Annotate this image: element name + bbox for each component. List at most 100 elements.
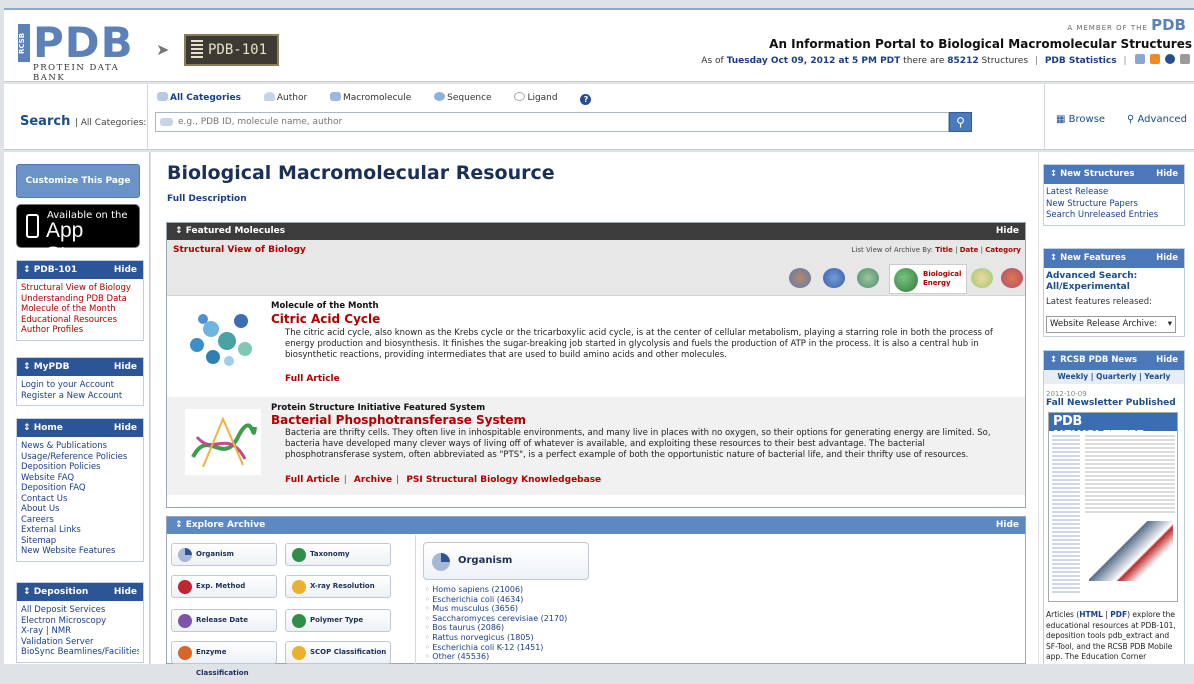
psi-title[interactable]: Bacterial Phosphotransferase System — [271, 413, 526, 427]
molecule-thumbnail[interactable] — [789, 268, 811, 288]
citric-acid-cycle-image[interactable] — [183, 305, 263, 369]
list-by-title[interactable]: Title — [935, 246, 953, 254]
molecule-thumbnail[interactable] — [971, 268, 993, 288]
explore-panel-header[interactable]: ↕ Explore Archive Hide — [167, 517, 1025, 534]
list-item[interactable]: Escherichia coli K-12 (1451) — [425, 643, 567, 653]
explore-exp-method-button[interactable]: Exp. Method — [171, 575, 277, 598]
hide-button[interactable]: Hide — [114, 358, 137, 376]
news-html-link[interactable]: HTML — [1079, 610, 1103, 619]
mypdb-panel-header[interactable]: ↕ MyPDB Hide — [17, 358, 143, 376]
sidebar-item-about[interactable]: About Us — [21, 504, 139, 515]
biological-energy-tab[interactable]: Biological Energy — [889, 264, 967, 294]
search-button[interactable]: ⚲ — [949, 112, 972, 132]
list-item[interactable]: Bos taurus (2086) — [425, 623, 567, 633]
rss-icon[interactable] — [1150, 54, 1161, 64]
list-by-category[interactable]: Category — [985, 246, 1021, 254]
hide-button[interactable]: Hide — [996, 223, 1019, 240]
tab-sequence[interactable]: Sequence — [434, 92, 501, 103]
molecule-thumbnail[interactable] — [857, 268, 879, 288]
hide-button[interactable]: Hide — [1156, 165, 1178, 184]
sidebar-item-understanding-pdb[interactable]: Understanding PDB Data — [21, 294, 139, 305]
sidebar-item-validation-server[interactable]: Validation Server — [21, 637, 139, 648]
sidebar-item-login[interactable]: Login to your Account — [21, 380, 139, 391]
sidebar-item-external-links[interactable]: External Links — [21, 525, 139, 536]
motm-title[interactable]: Citric Acid Cycle — [271, 312, 380, 326]
wwpdb-member-badge[interactable]: A MEMBER OF THE PDB — [1067, 16, 1186, 34]
list-item[interactable]: Rattus norvegicus (1805) — [425, 633, 567, 643]
sidebar-item-structural-view[interactable]: Structural View of Biology — [21, 283, 139, 294]
sidebar-item-all-deposit[interactable]: All Deposit Services — [21, 605, 139, 616]
new-structure-papers-link[interactable]: New Structure Papers — [1046, 199, 1182, 211]
app-store-badge[interactable]: Available on the App Store — [16, 204, 140, 266]
pdb-statistics-link[interactable]: PDB Statistics — [1045, 56, 1117, 66]
latest-release-link[interactable]: Latest Release — [1046, 187, 1182, 199]
search-help-icon[interactable]: ? — [580, 94, 592, 105]
sidebar-item-new-features[interactable]: New Website Features — [21, 546, 139, 557]
sidebar-item-author-profiles[interactable]: Author Profiles — [21, 325, 139, 336]
sidebar-item-xray-nmr[interactable]: X-ray | NMR — [21, 626, 139, 637]
advanced-search-link[interactable]: ⚲ Advanced — [1127, 114, 1187, 125]
tab-all-categories[interactable]: All Categories — [157, 92, 251, 103]
full-description-link[interactable]: Full Description — [167, 194, 247, 204]
hide-button[interactable]: Hide — [1156, 351, 1178, 370]
tab-author[interactable]: Author — [263, 92, 317, 103]
tab-ligand[interactable]: Ligand — [514, 92, 567, 103]
search-unreleased-link[interactable]: Search Unreleased Entries — [1046, 210, 1182, 222]
sidebar-item-educational-resources[interactable]: Educational Resources — [21, 315, 139, 326]
hide-button[interactable]: Hide — [114, 583, 137, 601]
hide-button[interactable]: Hide — [114, 419, 137, 437]
advanced-search-feature-link[interactable]: Advanced Search: All/Experimental — [1046, 271, 1182, 293]
hide-button[interactable]: Hide — [114, 261, 137, 279]
customize-page-button[interactable]: Customize This Page — [16, 164, 140, 198]
explore-polymer-type-button[interactable]: Polymer Type — [285, 609, 391, 632]
news-header[interactable]: ↕ RCSB PDB News Hide — [1044, 351, 1184, 370]
as-of-date[interactable]: Tuesday Oct 09, 2012 at 5 PM PDT — [727, 56, 901, 66]
list-by-date[interactable]: Date — [960, 246, 979, 254]
list-item[interactable]: Escherichia coli (4634) — [425, 595, 567, 605]
list-item[interactable]: Homo sapiens (21006) — [425, 585, 567, 595]
psi-archive-link[interactable]: Archive — [354, 475, 392, 485]
hide-button[interactable]: Hide — [1156, 249, 1178, 268]
sidebar-item-register[interactable]: Register a New Account — [21, 391, 139, 402]
news-pdf-link[interactable]: PDF — [1110, 610, 1127, 619]
tab-macromolecule[interactable]: Macromolecule — [330, 92, 421, 103]
structure-count[interactable]: 85212 — [947, 56, 978, 66]
browse-link[interactable]: ▦ Browse — [1056, 114, 1105, 125]
help-icon[interactable] — [1165, 54, 1176, 64]
structural-view-title[interactable]: Structural View of Biology — [173, 245, 306, 255]
explore-scop-classification-button[interactable]: SCOP Classification — [285, 641, 391, 664]
newsletter-cover-image[interactable]: PDB NEWSLETTER — [1048, 412, 1178, 602]
release-archive-select[interactable]: Website Release Archive: — [1046, 315, 1176, 333]
sidebar-item-news[interactable]: News & Publications — [21, 441, 139, 452]
news-headline[interactable]: Fall Newsletter Published — [1046, 398, 1184, 408]
list-item[interactable]: Saccharomyces cerevisiae (2170) — [425, 614, 567, 624]
rcsb-pdb-logo[interactable]: RCSB PDB PROTEIN DATA BANK — [18, 18, 150, 83]
psi-kb-link[interactable]: PSI Structural Biology Knowledgebase — [406, 475, 601, 485]
print-icon[interactable] — [1180, 54, 1190, 64]
sidebar-item-biosync[interactable]: BioSync Beamlines/Facilities — [21, 647, 139, 658]
mail-icon[interactable] — [1135, 54, 1146, 64]
new-structures-header[interactable]: ↕ New Structures Hide — [1044, 165, 1184, 184]
explore-enzyme-classification-button[interactable]: Enzyme Classification — [171, 641, 277, 677]
news-period-links[interactable]: Weekly | Quarterly | Yearly — [1044, 370, 1184, 384]
molecule-thumbnail[interactable] — [823, 268, 845, 288]
sidebar-item-deposition-policies[interactable]: Deposition Policies — [21, 462, 139, 473]
new-features-header[interactable]: ↕ New Features Hide — [1044, 249, 1184, 268]
pdb101-badge[interactable]: PDB-101 — [184, 34, 279, 66]
psi-full-article-link[interactable]: Full Article — [285, 475, 340, 485]
sidebar-item-deposition-faq[interactable]: Deposition FAQ — [21, 483, 139, 494]
explore-release-date-button[interactable]: Release Date — [171, 609, 277, 632]
motm-full-article-link[interactable]: Full Article — [285, 374, 340, 384]
hide-button[interactable]: Hide — [996, 517, 1019, 534]
sidebar-item-usage-policies[interactable]: Usage/Reference Policies — [21, 452, 139, 463]
explore-xray-resolution-button[interactable]: X-ray Resolution — [285, 575, 391, 598]
explore-organism-button[interactable]: Organism — [171, 543, 277, 566]
sidebar-item-molecule-of-month[interactable]: Molecule of the Month — [21, 304, 139, 315]
sidebar-item-electron-microscopy[interactable]: Electron Microscopy — [21, 616, 139, 627]
phosphotransferase-image[interactable] — [183, 407, 263, 477]
sidebar-item-sitemap[interactable]: Sitemap — [21, 536, 139, 547]
sidebar-item-website-faq[interactable]: Website FAQ — [21, 473, 139, 484]
deposition-panel-header[interactable]: ↕ Deposition Hide — [17, 583, 143, 601]
list-item[interactable]: Mus musculus (3656) — [425, 604, 567, 614]
search-input[interactable] — [155, 112, 949, 132]
